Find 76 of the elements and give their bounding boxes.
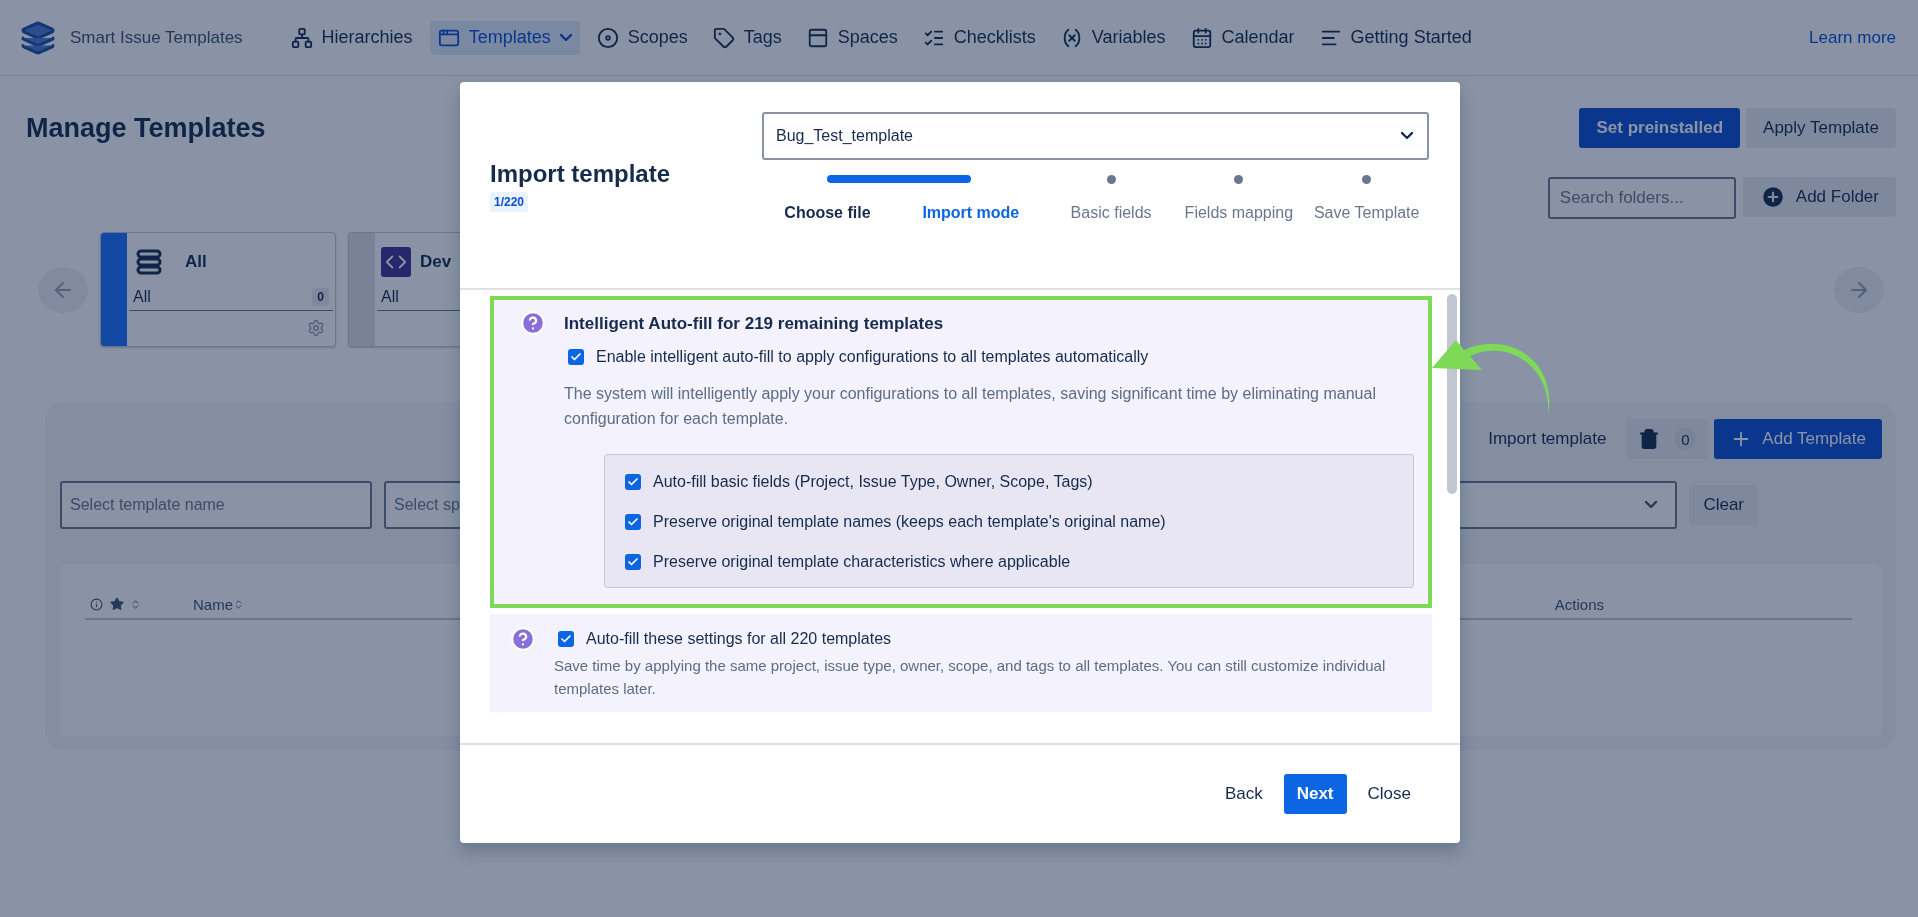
section-description: Save time by applying the same project, issue type, owner, scope, and tags to all templates. You can still customize individual templates later. — [554, 655, 1387, 699]
logo-icon — [20, 19, 56, 56]
checkbox[interactable] — [625, 513, 641, 530]
file-select[interactable]: Bug_Test_template — [762, 112, 1429, 160]
check-icon — [560, 632, 572, 645]
nav-item[interactable]: Calendar — [1182, 20, 1303, 55]
folder-subtitle: All — [133, 287, 151, 306]
nav-item[interactable]: Spaces — [798, 20, 906, 55]
calendar-icon — [1190, 26, 1213, 49]
step-label[interactable]: Basic fields — [1070, 204, 1152, 222]
help-icon[interactable] — [520, 310, 546, 336]
checkbox[interactable] — [568, 349, 584, 365]
checkbox[interactable] — [625, 473, 641, 490]
search-field[interactable]: Search folders... — [1547, 177, 1736, 219]
check-icon — [570, 351, 582, 363]
folder-subtitle: All — [381, 287, 399, 306]
step-label[interactable]: Choose file — [784, 204, 871, 222]
check-icon — [627, 555, 639, 568]
action-button[interactable]: Set preinstalled — [1579, 108, 1741, 148]
stack-icon — [135, 248, 163, 276]
hierarchy-icon — [290, 26, 313, 49]
star-icon — [110, 597, 124, 611]
sort-icon[interactable] — [130, 598, 141, 610]
learn-more-link[interactable]: Learn more — [1809, 27, 1896, 48]
filter-field[interactable]: Select template name — [60, 481, 372, 529]
folder-count: 0 — [312, 287, 329, 306]
app-name: Smart Issue Templates — [70, 27, 243, 48]
trash-icon — [1638, 428, 1661, 450]
settings-icon[interactable] — [307, 319, 325, 337]
nav-item[interactable]: Checklists — [914, 20, 1044, 55]
nav-item[interactable]: Templates — [429, 20, 580, 55]
checkbox-label: Preserve original template names (keeps each template's original name) — [653, 512, 1166, 531]
checkbox-label: Auto-fill these settings for all 220 templates — [586, 629, 892, 648]
step-label[interactable]: Import mode — [922, 204, 1020, 222]
import-template-link[interactable]: Import template — [1488, 429, 1607, 449]
add-folder-button[interactable]: Add Folder — [1742, 177, 1896, 217]
folder-title: Dev — [420, 252, 452, 272]
checkbox-label: Auto-fill basic fields (Project, Issue Type, Owner, Scope, Tags) — [653, 472, 1093, 491]
section-heading: Intelligent Auto-fill for 219 remaining templates — [564, 314, 945, 334]
next-button[interactable]: Next — [1283, 774, 1347, 814]
chevron-down-icon — [1401, 132, 1413, 140]
section-description: The system will intelligently apply your configurations to all templates, saving significant time by eliminating manual configuration for each template. — [564, 384, 1377, 429]
disc-icon — [596, 26, 619, 49]
step-label[interactable]: Save Template — [1313, 204, 1420, 222]
folder-card[interactable]: All All 0 — [100, 232, 336, 347]
nav-item[interactable]: Getting Started — [1311, 20, 1480, 55]
tag-icon — [712, 26, 735, 49]
column-header: Actions — [1554, 595, 1604, 613]
add-template-button[interactable]: Add Template — [1714, 419, 1882, 459]
checkbox[interactable] — [625, 553, 641, 570]
check-icon — [627, 515, 639, 528]
dialog-title: Import template — [490, 160, 672, 188]
folder-title: All — [185, 252, 207, 272]
sort-icon[interactable] — [233, 598, 244, 610]
step-label[interactable]: Fields mapping — [1184, 204, 1294, 222]
nav-item[interactable]: Variables — [1052, 20, 1174, 55]
nav-item[interactable]: Scopes — [588, 20, 696, 55]
checkbox[interactable] — [558, 630, 574, 647]
close-button[interactable]: Close — [1354, 774, 1424, 814]
action-button[interactable]: Apply Template — [1746, 108, 1896, 148]
chevron-down-icon — [1645, 501, 1658, 509]
column-header[interactable]: Name — [193, 595, 233, 613]
back-button[interactable]: Back — [1211, 774, 1276, 814]
check-icon — [627, 475, 639, 488]
nav-item[interactable]: Hierarchies — [282, 20, 421, 55]
code-icon — [381, 247, 411, 277]
checkbox-label: Enable intelligent auto-fill to apply configurations to all templates automatically — [596, 348, 1149, 366]
help-icon[interactable] — [510, 625, 536, 652]
trash-button[interactable]: 0 — [1626, 419, 1709, 459]
clear-button[interactable]: Clear — [1689, 485, 1758, 525]
progress-badge: 1/220 — [490, 192, 529, 212]
nav-item[interactable]: Tags — [704, 20, 790, 55]
panel-icon — [806, 26, 829, 49]
info-icon — [90, 597, 103, 611]
checkbox-label: Preserve original template characteristics where applicable — [653, 552, 1071, 571]
page-title: Manage Templates — [26, 112, 266, 144]
